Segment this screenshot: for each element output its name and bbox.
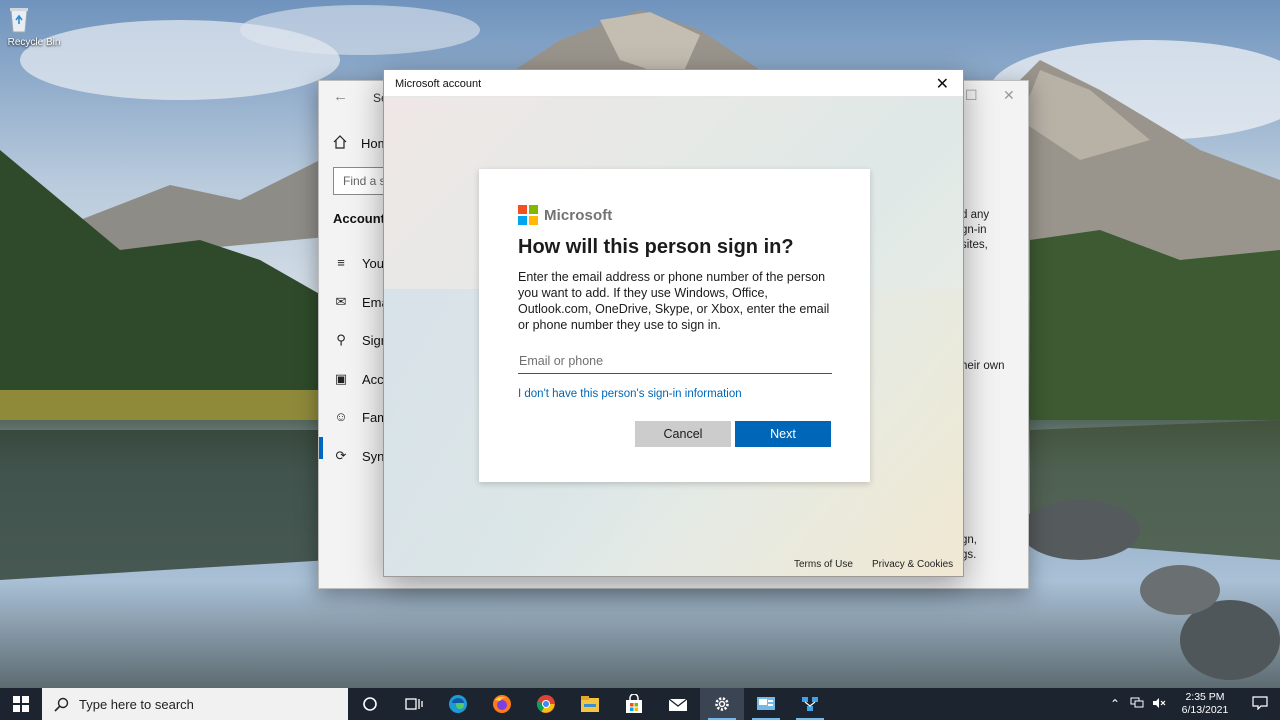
taskbar-firefox[interactable]	[480, 688, 524, 720]
control-panel-icon	[757, 697, 775, 710]
back-arrow-icon[interactable]: ←	[333, 88, 348, 105]
network-diagram-icon	[802, 697, 818, 711]
taskbar-file-explorer[interactable]	[568, 688, 612, 720]
cortana-icon	[363, 697, 377, 711]
briefcase-icon: ▣	[334, 371, 348, 386]
recycle-bin-label: Recycle Bin	[7, 37, 61, 48]
taskbar-settings[interactable]	[700, 688, 744, 720]
no-sign-in-info-link[interactable]: I don't have this person's sign-in infor…	[518, 388, 742, 400]
close-icon[interactable]: ✕	[1003, 87, 1015, 104]
taskbar-chrome[interactable]	[524, 688, 568, 720]
sign-in-card: Microsoft How will this person sign in? …	[479, 169, 870, 482]
file-explorer-icon	[581, 696, 599, 712]
email-icon: ✉	[335, 294, 347, 309]
taskbar-search-box[interactable]: Type here to search	[42, 688, 348, 720]
start-button[interactable]	[0, 688, 42, 720]
recycle-bin-shortcut[interactable]: Recycle Bin	[4, 4, 64, 48]
task-view-icon	[405, 698, 423, 710]
notification-center-icon[interactable]	[1240, 695, 1280, 713]
microsoft-logo: Microsoft	[518, 205, 612, 225]
key-icon: ⚲	[336, 332, 346, 347]
clock-time: 2:35 PM	[1185, 691, 1225, 703]
task-view-button[interactable]	[392, 688, 436, 720]
taskbar-search-placeholder: Type here to search	[79, 696, 194, 712]
mail-icon	[668, 698, 688, 711]
dialog-titlebar: Microsoft account ✕	[384, 70, 963, 97]
gear-icon	[715, 697, 729, 711]
search-icon	[54, 697, 69, 712]
next-button[interactable]: Next	[735, 421, 831, 447]
chrome-icon	[536, 695, 555, 713]
microsoft-wordmark: Microsoft	[544, 206, 613, 224]
settings-body-text-1: d any gn-in sites,	[961, 209, 990, 251]
taskbar-mail[interactable]	[656, 688, 700, 720]
system-tray: ⌃ 2:35 PM 6/13/2021	[1104, 688, 1280, 720]
nav-item-your-info[interactable]: ≡ Your	[333, 255, 388, 271]
taskbar-control-panel[interactable]	[744, 688, 788, 720]
network-icon[interactable]	[1126, 697, 1148, 712]
terms-of-use-link[interactable]: Terms of Use	[794, 559, 853, 570]
clock-date: 6/13/2021	[1181, 704, 1229, 716]
nav-item-email[interactable]: ✉ Ema	[333, 294, 389, 310]
privacy-cookies-link[interactable]: Privacy & Cookies	[872, 559, 953, 570]
settings-body-text-2: heir own	[961, 360, 1005, 372]
add-person-icon: ☺	[334, 409, 348, 424]
firefox-icon	[493, 695, 511, 713]
dialog-description: Enter the email address or phone number …	[518, 270, 830, 332]
cancel-button[interactable]: Cancel	[635, 421, 731, 447]
dialog-heading: How will this person sign in?	[518, 236, 794, 258]
dialog-close-icon[interactable]: ✕	[936, 74, 949, 94]
email-or-phone-input[interactable]	[518, 348, 832, 374]
volume-muted-icon[interactable]	[1148, 697, 1170, 712]
nav-active-indicator	[319, 437, 323, 459]
recycle-bin-icon	[10, 4, 49, 34]
windows-logo-icon	[13, 696, 29, 712]
cortana-button[interactable]	[348, 688, 392, 720]
person-info-icon: ≡	[337, 255, 345, 270]
microsoft-logo-icon	[518, 205, 538, 225]
nav-item-sign-in[interactable]: ⚲ Sign	[333, 332, 388, 348]
taskbar-clock[interactable]: 2:35 PM 6/13/2021	[1170, 691, 1240, 717]
edge-browser-icon	[449, 695, 467, 713]
taskbar-store[interactable]	[612, 688, 656, 720]
taskbar-network-app[interactable]	[788, 688, 832, 720]
dialog-title: Microsoft account	[395, 78, 482, 90]
microsoft-store-icon	[626, 694, 642, 713]
nav-home[interactable]: Hom	[333, 135, 388, 152]
microsoft-account-dialog: Microsoft account ✕ Microsoft How will t…	[383, 69, 964, 577]
taskbar: Type here to search ⌃ 2:35 PM 6/13/2021	[0, 688, 1280, 720]
sync-icon: ⟳	[335, 448, 347, 463]
show-hidden-icons-chevron-icon[interactable]: ⌃	[1104, 697, 1126, 711]
home-icon	[333, 135, 347, 152]
taskbar-edge[interactable]	[436, 688, 480, 720]
maximize-icon[interactable]: ☐	[965, 87, 978, 104]
